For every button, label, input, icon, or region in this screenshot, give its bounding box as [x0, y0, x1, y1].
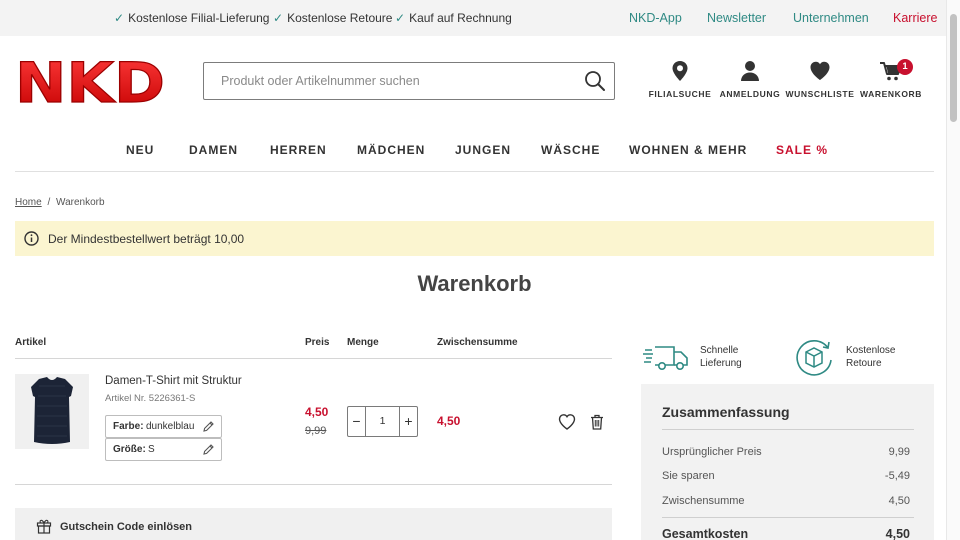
scrollbar[interactable] [946, 0, 960, 540]
product-image[interactable] [15, 374, 89, 449]
nav-item-maedchen[interactable]: MÄDCHEN [357, 143, 425, 157]
summary-row-total: Gesamtkosten 4,50 [662, 527, 910, 540]
voucher-toggle[interactable]: Gutschein Code einlösen [15, 508, 612, 540]
usp-retoure: ✓ Kostenlose Retoure [273, 11, 393, 25]
trash-icon[interactable] [588, 413, 606, 431]
col-header-article: Artikel [15, 337, 47, 348]
nav-item-wohnen[interactable]: WOHNEN & MEHR [629, 143, 747, 157]
link-newsletter[interactable]: Newsletter [707, 11, 766, 25]
usp-filial-lieferung: ✓ Kostenlose Filial-Lieferung [114, 11, 270, 25]
feature-fast-delivery: Schnelle Lieferung [643, 338, 742, 377]
breadcrumb-home[interactable]: Home [15, 197, 42, 208]
summary-row-savings: Sie sparen -5,49 [662, 470, 910, 482]
summary-title: Zusammenfassung [662, 404, 790, 420]
link-karriere[interactable]: Karriere [893, 11, 937, 25]
link-nkd-app[interactable]: NKD-App [629, 11, 682, 25]
svg-text:NKD: NKD [15, 54, 165, 108]
col-header-qty: Menge [347, 337, 379, 348]
store-finder[interactable]: FILIALSUCHE [644, 60, 716, 99]
nav-item-neu[interactable]: NEU [126, 143, 154, 157]
delivery-truck-icon [643, 346, 688, 370]
divider [662, 429, 914, 430]
qty-decrease-button[interactable]: − [348, 407, 366, 436]
scrollbar-thumb[interactable] [950, 14, 957, 122]
heart-icon [810, 61, 830, 80]
usp-rechnung: ✓ Kauf auf Rechnung [395, 11, 512, 25]
pencil-icon[interactable] [202, 443, 215, 456]
page-title: Warenkorb [417, 271, 532, 296]
main-nav: NEU DAMEN HERREN MÄDCHEN JUNGEN WÄSCHE W… [0, 136, 946, 164]
item-subtotal: 4,50 [437, 414, 461, 428]
cart-count-badge: 1 [897, 59, 913, 75]
divider [15, 171, 934, 172]
product-name[interactable]: Damen-T-Shirt mit Struktur [105, 375, 242, 387]
link-unternehmen[interactable]: Unternehmen [793, 11, 869, 25]
divider [15, 484, 612, 485]
price-original: 9,99 [305, 425, 327, 437]
add-to-wishlist-heart-icon[interactable] [558, 413, 576, 431]
order-summary: Zusammenfassung Ursprünglicher Preis 9,9… [641, 384, 934, 540]
info-icon [24, 231, 39, 246]
top-bar: ✓ Kostenlose Filial-Lieferung ✓ Kostenlose… [0, 0, 946, 36]
nav-item-waesche[interactable]: WÄSCHE [541, 143, 600, 157]
search-icon[interactable] [584, 70, 606, 92]
feature-free-return: Kostenlose Retoure [795, 338, 895, 381]
size-selector[interactable]: Größe: S [105, 438, 222, 461]
account-login[interactable]: ANMELDUNG [714, 60, 786, 99]
nav-item-jungen[interactable]: JUNGEN [455, 143, 511, 157]
nkd-logo[interactable]: NKD [14, 50, 166, 115]
search-box[interactable] [203, 62, 615, 100]
nav-item-herren[interactable]: HERREN [270, 143, 327, 157]
nav-item-damen[interactable]: DAMEN [189, 143, 238, 157]
col-header-subtotal: Zwischensumme [437, 337, 518, 348]
return-box-icon [796, 340, 832, 376]
qty-increase-button[interactable]: + [399, 407, 417, 436]
check-icon: ✓ [273, 11, 284, 25]
quantity-stepper[interactable]: − 1 + [347, 406, 418, 437]
summary-row-original-price: Ursprünglicher Preis 9,99 [662, 446, 910, 458]
cart[interactable]: 1 WARENKORB [855, 59, 927, 99]
check-icon: ✓ [395, 11, 406, 25]
col-header-price: Preis [305, 337, 330, 348]
price-sale: 4,50 [305, 405, 329, 419]
breadcrumb-current: Warenkorb [56, 197, 105, 208]
nav-item-sale[interactable]: SALE % [776, 143, 828, 157]
location-pin-icon [672, 61, 688, 81]
user-icon [741, 61, 759, 81]
qty-value[interactable]: 1 [366, 407, 399, 436]
min-order-notice: Der Mindestbestellwert beträgt 10,00 [15, 221, 934, 256]
divider [15, 358, 612, 359]
summary-row-subtotal: Zwischensumme 4,50 [662, 495, 910, 507]
breadcrumb: Home / Warenkorb [15, 197, 105, 208]
gift-icon [36, 519, 52, 534]
divider [662, 517, 914, 518]
wishlist[interactable]: WUNSCHLISTE [784, 60, 856, 99]
search-input[interactable] [204, 63, 574, 99]
article-number: Artikel Nr. 5226361-S [105, 393, 196, 404]
color-selector[interactable]: Farbe: dunkelblau [105, 415, 222, 438]
check-icon: ✓ [114, 11, 125, 25]
tshirt-image [31, 377, 73, 444]
pencil-icon[interactable] [202, 420, 215, 433]
